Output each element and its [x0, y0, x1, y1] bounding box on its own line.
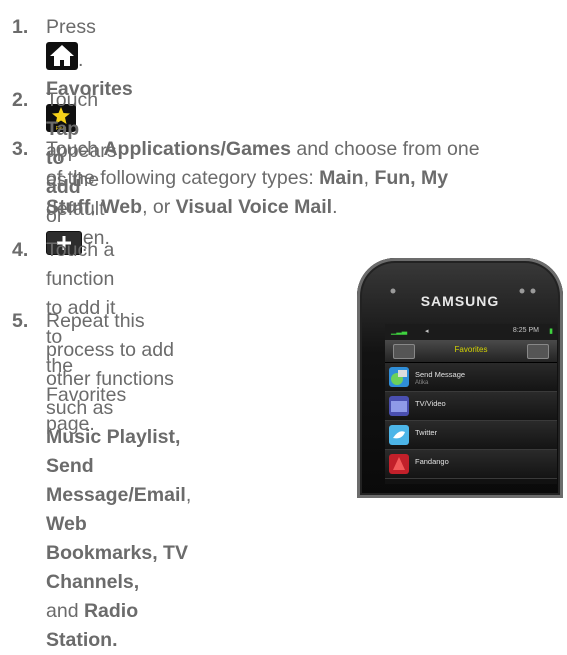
phone-top-decor [390, 288, 536, 294]
stuff-label: Stuff [46, 196, 91, 218]
punctuation: . [332, 196, 338, 218]
punctuation: , [363, 167, 370, 189]
bookmarks-tv-label: Bookmarks, TV Channels, [46, 542, 188, 593]
step-word: and [46, 600, 79, 622]
list-item-label: TV/Video [415, 399, 446, 408]
phone-brand: SAMSUNG [420, 293, 500, 309]
list-item[interactable]: Fandango [385, 450, 557, 479]
phone-screen: ▁▂▃ ◂ 8:25 PM ▮ Favorites Send Message A… [385, 324, 557, 484]
music-playlist-label: Music Playlist, Send [46, 426, 181, 477]
step-text: Touch Applications/Games and choose from… [46, 135, 566, 222]
step-word: and choose from one [296, 138, 480, 160]
web-label: Web [101, 196, 143, 218]
step-word: of the following category types: [46, 167, 314, 189]
step-number: 1. [12, 16, 29, 38]
list-item[interactable]: Send Message Atika [385, 363, 557, 392]
home-icon [46, 42, 78, 70]
step-number: 3. [12, 138, 29, 160]
favorites-titlebar: Favorites [385, 340, 557, 363]
applications-games-label: Applications/Games [103, 138, 291, 160]
clock: 8:25 PM [512, 327, 539, 334]
fandango-icon [389, 454, 409, 474]
step-word: other functions such as [46, 368, 174, 419]
list-item[interactable]: Twitter [385, 421, 557, 450]
step-number: 4. [12, 239, 29, 261]
punctuation: . [78, 49, 84, 71]
send-message-icon [389, 367, 409, 387]
list-item-label: Send Message [415, 370, 466, 379]
step-number: 2. [12, 89, 29, 111]
main-label: Main [319, 167, 364, 189]
visual-voice-mail-label: Visual Voice Mail [175, 196, 333, 218]
step-word: Repeat this process to add [46, 310, 174, 361]
list-item-label: Fandango [415, 457, 449, 466]
list-item-sub: Atika [415, 380, 429, 386]
twitter-icon [389, 425, 409, 445]
phone-image: SAMSUNG ▁▂▃ ◂ 8:25 PM ▮ Favorites Send M… [357, 258, 567, 498]
tv-video-icon [389, 396, 409, 416]
signal-icon: ▁▂▃ [391, 328, 408, 335]
step-text: Repeat this process to add other functio… [46, 307, 191, 655]
step-word: , or [142, 196, 171, 218]
phone-body: SAMSUNG ▁▂▃ ◂ 8:25 PM ▮ Favorites Send M… [357, 258, 563, 498]
status-bar: ▁▂▃ ◂ 8:25 PM ▮ [385, 324, 557, 340]
web-label: Web [46, 513, 87, 535]
step-word: Press [46, 16, 96, 38]
step-number: 5. [12, 310, 29, 332]
battery-icon: ▮ [549, 328, 553, 335]
edit-button[interactable] [527, 344, 549, 359]
list-item-label: Twitter [415, 428, 438, 437]
step-word: Touch [46, 138, 99, 160]
speaker-icon: ◂ [425, 328, 429, 335]
list-item[interactable]: TV/Video [385, 392, 557, 421]
punctuation: , [185, 484, 192, 506]
punctuation: , [90, 196, 96, 218]
step-word: Touch [46, 89, 99, 111]
message-email-label: Message/Email [46, 484, 186, 506]
fun-my-label: Fun, My [374, 167, 449, 189]
